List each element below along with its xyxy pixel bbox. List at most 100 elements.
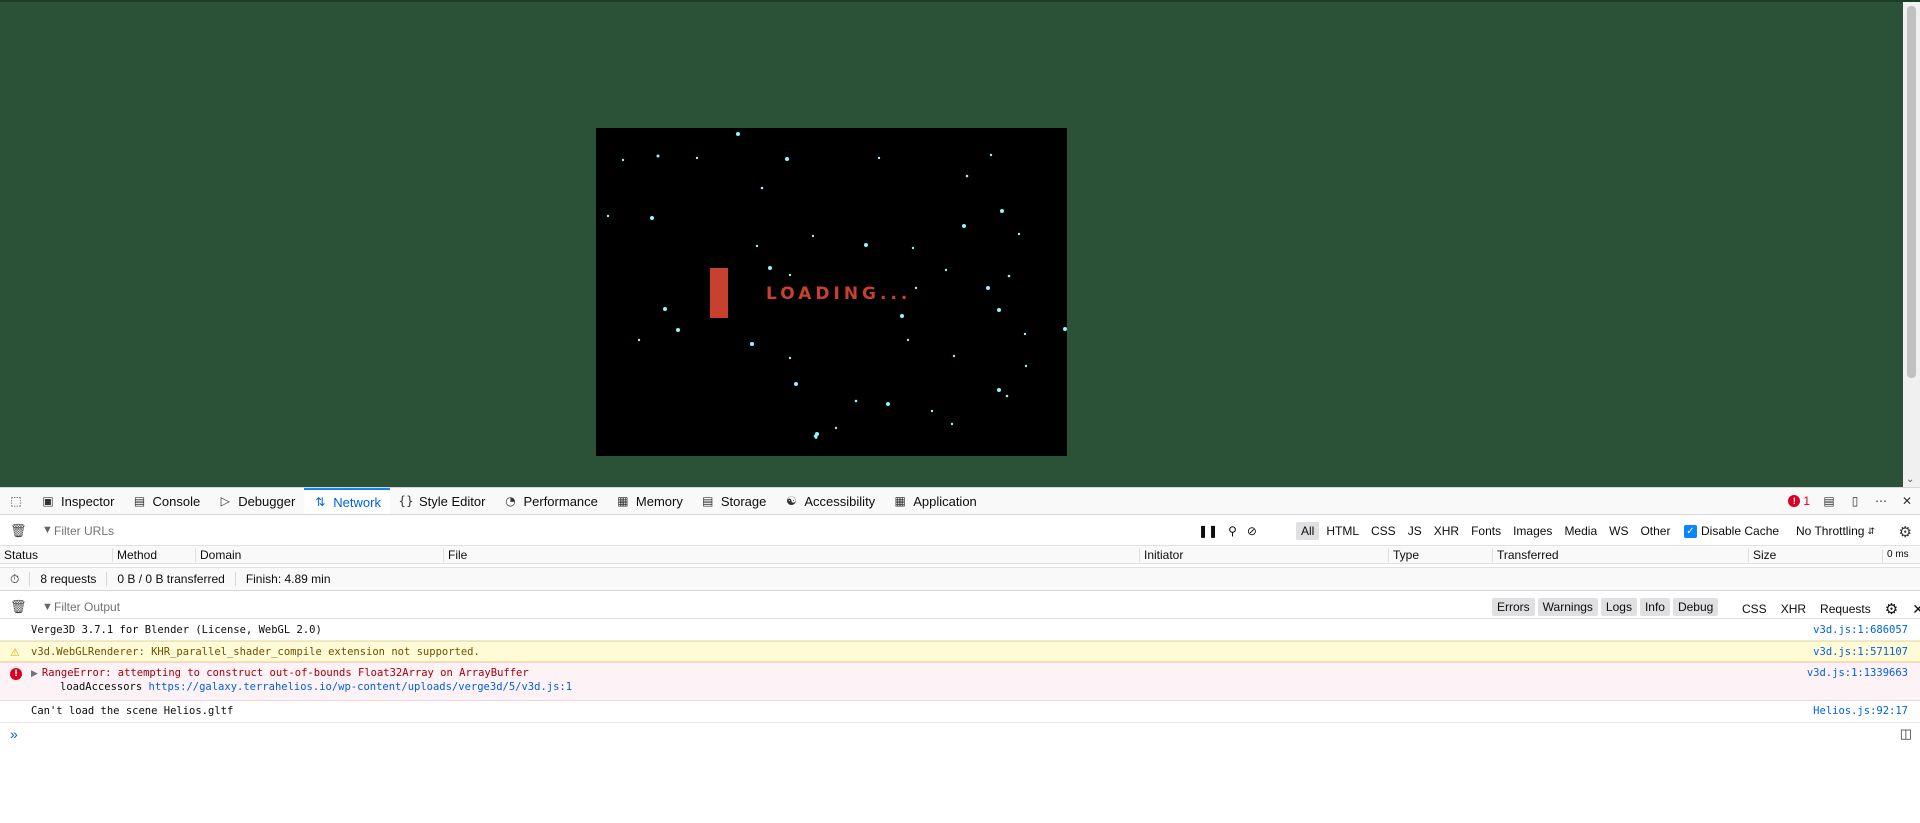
col-file[interactable]: File (443, 548, 467, 562)
filter-xhr[interactable]: XHR (1429, 522, 1464, 540)
message-source-link[interactable]: v3d.js:1:1339663 (1807, 667, 1908, 679)
star (877, 156, 881, 160)
tab-storage[interactable]: ▤ Storage (692, 488, 776, 514)
filter-urls-input[interactable] (34, 519, 1184, 542)
star (854, 399, 858, 403)
message-source-link[interactable]: v3d.js:1:571107 (1813, 646, 1908, 658)
star (900, 314, 904, 318)
star (650, 216, 654, 220)
block-icon[interactable]: ⊘ (1247, 524, 1257, 538)
element-picker-button[interactable]: ⬚ (0, 488, 32, 514)
tab-network[interactable]: ⇅ Network (304, 488, 390, 514)
tab-memory[interactable]: ▦ Memory (607, 488, 692, 514)
col-timeline[interactable]: 0 ms (1882, 549, 1909, 563)
tab-performance[interactable]: ◔ Performance (494, 488, 606, 514)
filter-html[interactable]: HTML (1321, 522, 1364, 540)
col-status[interactable]: Status (0, 548, 38, 562)
tab-application[interactable]: ▦ Application (884, 488, 986, 514)
tab-console[interactable]: ▤ Console (123, 488, 209, 514)
level-errors[interactable]: Errors (1492, 598, 1535, 616)
network-settings-gear-icon[interactable]: ⚙ (1899, 523, 1912, 541)
star (637, 338, 641, 342)
message-source-link[interactable]: Helios.js:92:17 (1813, 705, 1908, 717)
search-icon[interactable]: ⚲ (1228, 524, 1237, 538)
expand-triangle-icon[interactable]: ▶ (31, 669, 38, 679)
debugger-icon: ▷ (220, 494, 230, 508)
performance-icon: ◔ (505, 494, 516, 508)
console-settings-gear-icon[interactable]: ⚙ (1883, 598, 1900, 620)
col-initiator[interactable]: Initiator (1139, 548, 1183, 562)
col-domain[interactable]: Domain (195, 548, 241, 562)
star (1023, 332, 1027, 336)
webgl-canvas[interactable]: LOADING... (596, 128, 1067, 456)
filter-output-input[interactable] (34, 595, 1434, 618)
filter-other[interactable]: Other (1635, 522, 1675, 540)
disable-cache-toggle[interactable]: ✓ Disable Cache (1684, 516, 1779, 546)
star (834, 426, 838, 430)
star (663, 307, 667, 311)
close-console-icon[interactable]: ✕ (1910, 599, 1920, 620)
level-logs[interactable]: Logs (1600, 598, 1637, 616)
filter-ws[interactable]: WS (1604, 522, 1633, 540)
star (755, 244, 759, 248)
browser-page: LOADING... ⌄ ⬚ ▣ Inspector ▤ Console ▷ Debu… (0, 0, 1920, 823)
star (997, 308, 1001, 312)
level-debug[interactable]: Debug (1672, 598, 1719, 616)
star (736, 132, 740, 136)
console-message-error[interactable]: ! ▶ RangeError: attempting to construct o… (0, 662, 1920, 701)
star (788, 356, 792, 360)
stopwatch-icon[interactable]: ⏱ (0, 572, 31, 586)
col-method[interactable]: Method (112, 548, 157, 562)
clear-console-icon[interactable]: 🗑 (10, 599, 27, 615)
stack-url-link[interactable]: https://galaxy.terrahelios.io/wp-content… (149, 681, 573, 693)
level-info[interactable]: Info (1639, 598, 1670, 616)
message-text: v3d.WebGLRenderer: KHR_parallel_shader_c… (31, 646, 480, 658)
filter-images[interactable]: Images (1508, 522, 1557, 540)
col-transferred[interactable]: Transferred (1492, 548, 1559, 562)
tab-accessibility[interactable]: ☯ Accessibility (775, 488, 884, 514)
tab-debugger[interactable]: ▷ Debugger (209, 488, 304, 514)
extra-requests[interactable]: Requests (1818, 600, 1873, 618)
devtools-controls: ! 1 ▤ ▯ ⋯ ✕ (1788, 488, 1914, 514)
console-input-line[interactable]: » ◫ (0, 723, 1920, 745)
star (768, 266, 772, 270)
split-console-icon[interactable]: ▤ (1822, 494, 1836, 508)
star (814, 435, 818, 439)
extra-css[interactable]: CSS (1740, 600, 1769, 618)
tab-style-editor[interactable]: {} Style Editor (390, 488, 494, 514)
tab-label: Console (152, 493, 201, 509)
star (997, 388, 1001, 392)
finish-time: Finish: 4.89 min (245, 572, 331, 586)
message-text: Verge3D 3.7.1 for Blender (License, WebG… (31, 624, 322, 636)
throttling-select[interactable]: No Throttling ⇵ (1796, 516, 1875, 546)
filter-fonts[interactable]: Fonts (1466, 522, 1506, 540)
filter-media[interactable]: Media (1559, 522, 1602, 540)
extra-xhr[interactable]: XHR (1779, 600, 1808, 618)
filter-css[interactable]: CSS (1366, 522, 1401, 540)
error-count: 1 (1803, 494, 1810, 508)
pause-icon[interactable]: ❚❚ (1198, 524, 1218, 538)
star (621, 158, 625, 162)
error-count-badge[interactable]: ! 1 (1788, 494, 1810, 508)
responsive-design-icon[interactable]: ▯ (1848, 494, 1862, 508)
filter-all[interactable]: All (1296, 522, 1320, 540)
editor-mode-icon[interactable]: ◫ (1900, 726, 1912, 742)
network-table-header: Status Method Domain File Initiator Type… (0, 546, 1920, 564)
scroll-down-icon[interactable]: ⌄ (1906, 474, 1914, 485)
checkbox-checked-icon[interactable]: ✓ (1684, 524, 1697, 538)
tab-inspector[interactable]: ▣ Inspector (32, 488, 123, 514)
page-scrollbar[interactable]: ⌄ (1903, 2, 1920, 489)
scrollbar-thumb[interactable] (1907, 6, 1916, 378)
loading-text: LOADING... (766, 284, 912, 304)
col-type[interactable]: Type (1388, 548, 1419, 562)
close-devtools-icon[interactable]: ✕ (1900, 494, 1914, 508)
message-source-link[interactable]: v3d.js:1:686057 (1813, 624, 1908, 636)
clear-network-icon[interactable]: 🗑 (10, 523, 27, 539)
level-warnings[interactable]: Warnings (1537, 598, 1598, 616)
star (695, 156, 699, 160)
col-size[interactable]: Size (1748, 548, 1776, 562)
star (788, 273, 792, 277)
filter-js[interactable]: JS (1403, 522, 1427, 540)
error-icon: ! (1788, 495, 1801, 507)
more-options-icon[interactable]: ⋯ (1874, 494, 1888, 508)
